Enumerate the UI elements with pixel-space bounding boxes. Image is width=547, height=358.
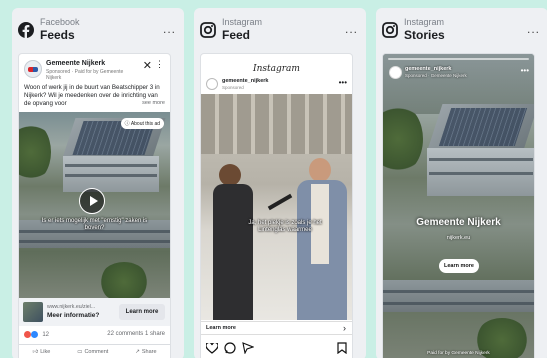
like-button[interactable]: 👍︎ Like — [32, 349, 50, 355]
see-more-link[interactable]: see more — [142, 100, 165, 106]
instagram-story-preview: gemeente_nijkerk Sponsored · Gemeente Ni… — [383, 54, 534, 358]
more-options-button[interactable]: ... — [163, 22, 176, 36]
window-row — [19, 240, 170, 243]
reaction-count: 12 — [42, 332, 50, 339]
cta-thumbnail — [23, 302, 43, 322]
paid-for-label: Paid for by Gemeente Nijkerk — [427, 351, 490, 356]
placement-name: Feeds — [40, 28, 75, 42]
story-progress-bar — [388, 58, 529, 60]
info-icon: ⓘ — [124, 121, 130, 127]
share-label: Share — [141, 348, 157, 355]
learn-more-label: Learn more — [206, 325, 236, 331]
username[interactable]: gemeente_nijkerk — [405, 66, 451, 72]
bookmark-icon[interactable] — [337, 342, 347, 354]
video-caption: Is er iets mogelijk met "ernstig" zaken … — [41, 218, 148, 231]
window-row — [429, 172, 533, 175]
about-ad-label: About this ad — [130, 121, 160, 127]
cta-bar[interactable]: www.nijkerk.eu/ziel... Meer informatie? … — [19, 298, 170, 326]
window-row — [65, 164, 157, 167]
more-options-button[interactable]: ... — [527, 22, 540, 36]
roof-shape — [427, 104, 534, 150]
instagram-icon — [382, 22, 398, 38]
placement-name: Feed — [222, 28, 251, 42]
lower-building — [383, 280, 534, 312]
tree-shape — [99, 262, 149, 298]
video-thumbnail[interactable]: ⓘ About this ad Is er iets mogelijk met … — [19, 112, 170, 298]
tree-shape — [383, 104, 423, 174]
cta-url: www.nijkerk.eu/ziel... — [47, 304, 96, 310]
learn-more-button[interactable]: Learn more — [119, 304, 165, 320]
platform-name: Instagram — [404, 17, 445, 27]
sponsored-label: Sponsored · Gemeente Nijkerk — [405, 73, 467, 78]
card-header: Instagram Feed ... — [194, 8, 366, 48]
learn-more-button[interactable]: Learn more — [439, 259, 479, 273]
close-icon[interactable]: ✕ — [143, 59, 152, 72]
instagram-feed-card: Instagram Feed ... Instagram gemeente_ni… — [194, 8, 366, 358]
background-panels — [201, 94, 352, 154]
comment-share-counts[interactable]: 22 comments 1 share — [107, 331, 165, 337]
story-background[interactable] — [383, 54, 534, 358]
love-reaction-icon — [24, 331, 31, 338]
sponsored-label: Sponsored · Paid for by Gemeente Nijkerk — [46, 69, 124, 81]
more-options-icon[interactable]: ••• — [339, 78, 347, 87]
man-head — [309, 158, 331, 182]
learn-more-bar[interactable]: Learn more › — [201, 321, 352, 335]
like-reaction-icon — [30, 331, 38, 338]
woman-body — [213, 184, 253, 320]
woman-head — [219, 164, 241, 186]
thumbs-up-icon: 👍︎ — [32, 348, 39, 355]
post-action-icons — [201, 340, 352, 356]
play-icon[interactable] — [79, 188, 105, 214]
comment-button[interactable]: ▭ Comment — [77, 349, 108, 355]
username[interactable]: gemeente_nijkerk — [222, 78, 268, 84]
video-caption: Ja, het plekje is zoals je het Lintengla… — [248, 220, 322, 233]
sponsored-label: Sponsored — [222, 85, 244, 90]
tree-shape — [19, 122, 51, 182]
send-icon[interactable] — [242, 342, 254, 354]
facebook-icon — [18, 22, 34, 38]
cta-title: Meer informatie? — [47, 312, 100, 319]
instagram-post-preview: Instagram gemeente_nijkerk Sponsored •••… — [201, 54, 352, 358]
share-icon: ↗ — [135, 348, 140, 355]
kebab-menu-icon[interactable]: ⋮ — [155, 59, 164, 70]
microphone — [267, 193, 293, 211]
interview-video[interactable]: Ja, het plekje is zoals je het Lintengla… — [201, 94, 352, 320]
page-avatar — [24, 60, 42, 78]
chevron-right-icon: › — [343, 323, 346, 333]
solar-panels — [438, 107, 528, 147]
facebook-feeds-card: Facebook Feeds ... Gemeente Nijkerk Spon… — [12, 8, 184, 358]
facebook-post-preview: Gemeente Nijkerk Sponsored · Paid for by… — [19, 54, 170, 358]
platform-name: Facebook — [40, 17, 80, 27]
post-actions: 👍︎ Like ▭ Comment ↗ Share — [19, 344, 170, 358]
instagram-icon — [200, 22, 216, 38]
about-ad-button[interactable]: ⓘ About this ad — [120, 118, 164, 129]
window-row — [383, 290, 534, 293]
heart-icon[interactable] — [206, 342, 218, 354]
platform-name: Instagram — [222, 17, 263, 27]
story-title: Gemeente Nijkerk — [416, 217, 501, 228]
card-header: Facebook Feeds ... — [12, 8, 184, 48]
page-name[interactable]: Gemeente Nijkerk — [46, 60, 105, 67]
window-row — [65, 174, 157, 177]
story-url: nijkerk.eu — [446, 235, 471, 241]
placement-name: Stories — [404, 28, 445, 42]
comment-icon: ▭ — [77, 348, 83, 355]
window-row — [383, 302, 534, 305]
like-label: Like — [40, 348, 51, 355]
reactions-summary[interactable]: 12 — [24, 331, 49, 338]
profile-avatar[interactable] — [206, 78, 218, 90]
instagram-logo: Instagram — [253, 64, 300, 74]
profile-avatar[interactable] — [389, 66, 402, 79]
more-options-icon[interactable]: ••• — [521, 66, 529, 75]
more-options-button[interactable]: ... — [345, 22, 358, 36]
share-button[interactable]: ↗ Share — [135, 349, 156, 355]
card-header: Instagram Stories ... — [376, 8, 547, 48]
instagram-stories-card: Instagram Stories ... gemeente_nijkerk S… — [376, 8, 547, 358]
window-row — [429, 158, 533, 161]
comment-icon[interactable] — [224, 342, 236, 354]
comment-label: Comment — [84, 348, 109, 355]
